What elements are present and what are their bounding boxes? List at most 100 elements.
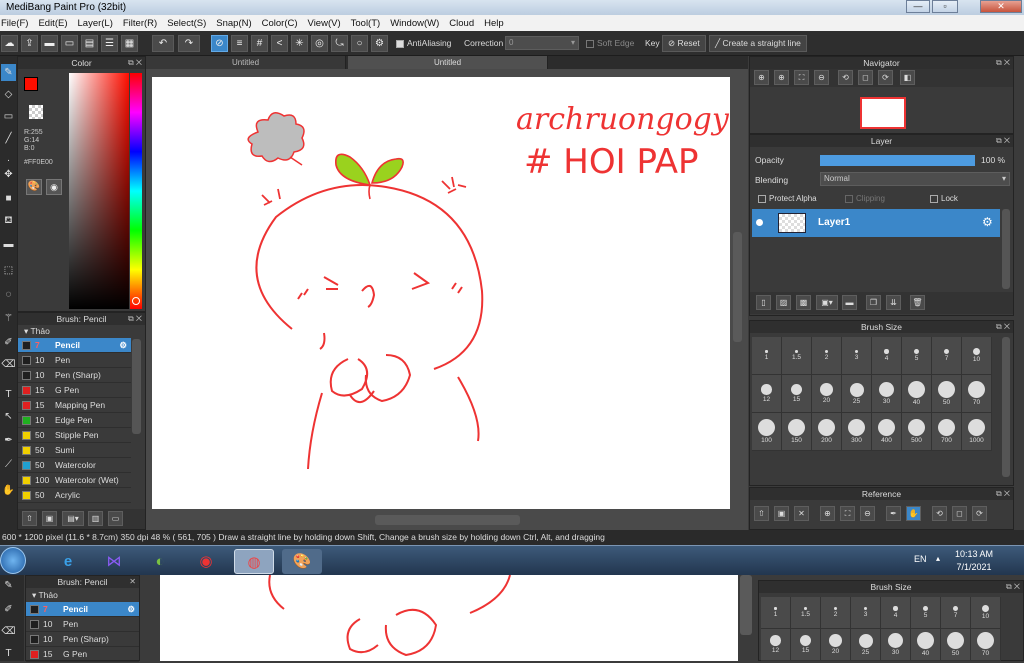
blending-select[interactable]: Normal ▾: [820, 172, 1010, 186]
brush-size-cell[interactable]: 100: [752, 413, 782, 451]
divide-tool-icon[interactable]: ⟋: [1, 456, 16, 473]
navigator-preview[interactable]: [860, 97, 906, 129]
zoom-in-2-icon[interactable]: ⊕: [774, 70, 789, 85]
radial-snap-icon[interactable]: ✳: [291, 35, 308, 52]
add-brush-icon[interactable]: ⇧: [22, 511, 37, 526]
brush-size-cell[interactable]: 700: [932, 413, 962, 451]
language-indicator[interactable]: EN: [914, 554, 927, 564]
share-icon[interactable]: ⇪: [21, 35, 38, 52]
ie-icon[interactable]: e: [48, 549, 88, 574]
brush-size-cell[interactable]: 12: [761, 629, 791, 661]
panel-close-icon[interactable]: ⧉ ✕: [996, 135, 1010, 147]
new-layer-icon[interactable]: ▯: [756, 295, 771, 310]
pen-tool-icon[interactable]: ╱: [1, 130, 16, 147]
tray-expand-icon[interactable]: ▴: [936, 554, 940, 563]
gradient-tool-icon[interactable]: ▬: [1, 236, 16, 253]
visibility-icon[interactable]: [756, 219, 763, 226]
hue-slider[interactable]: [130, 73, 142, 309]
magic-wand-icon[interactable]: ⚚: [1, 310, 16, 327]
brush-item[interactable]: 10 Pen (Sharp): [26, 632, 139, 647]
ref-rotate-icon[interactable]: ⟲: [932, 506, 947, 521]
menu-snap[interactable]: Snap(N): [211, 18, 256, 29]
flip-icon[interactable]: ◧: [900, 70, 915, 85]
delete-layer-icon[interactable]: 🗑: [910, 295, 925, 310]
shape-tool-icon[interactable]: ■: [1, 190, 16, 207]
brush-size-cell[interactable]: 10: [971, 597, 1001, 629]
menu-help[interactable]: Help: [479, 18, 509, 29]
brush-size-cell[interactable]: 1000: [962, 413, 992, 451]
zoom-in-icon[interactable]: ⊕: [754, 70, 769, 85]
hand-tool-icon[interactable]: ✋: [1, 482, 16, 499]
brush-size-cell[interactable]: 300: [842, 413, 872, 451]
brush-item[interactable]: 50 Stipple Pen: [18, 428, 131, 443]
parallel-snap-icon[interactable]: ≡: [231, 35, 248, 52]
brush-size-cell[interactable]: 200: [812, 413, 842, 451]
straight-line-button[interactable]: ╱ Create a straight line: [709, 35, 807, 52]
perspective-snap-icon[interactable]: <: [271, 35, 288, 52]
grid-icon[interactable]: ▦: [121, 35, 138, 52]
brush-size-cell[interactable]: 2: [812, 337, 842, 375]
brush-settings-icon[interactable]: ⚙: [119, 340, 127, 351]
brush-size-scrollbar[interactable]: [1002, 337, 1010, 477]
rotate-icon[interactable]: ⟲: [838, 70, 853, 85]
snap-off-icon[interactable]: ⊘: [211, 35, 228, 52]
brush-size-cell[interactable]: 25: [842, 375, 872, 413]
brush-item[interactable]: 50 Sumi: [18, 443, 131, 458]
brush-size-cell[interactable]: 15: [791, 629, 821, 661]
zoom-out-icon[interactable]: ⊖: [814, 70, 829, 85]
select-tool-icon[interactable]: ⬚: [1, 262, 16, 279]
close-button[interactable]: ✕: [980, 0, 1022, 13]
operation-tool-icon[interactable]: ↖: [1, 408, 16, 425]
second-canvas-scrollbar[interactable]: [740, 575, 752, 635]
panel-close-icon[interactable]: ⧉ ✕: [128, 313, 142, 325]
saturation-value-field[interactable]: [69, 73, 129, 309]
close-reference-icon[interactable]: ✕: [794, 506, 809, 521]
brush-size-cell[interactable]: 40: [902, 375, 932, 413]
tab-untitled-1[interactable]: Untitled: [146, 56, 346, 69]
clock[interactable]: 10:13 AM 7/1/2021: [950, 548, 998, 574]
menu-tool[interactable]: Tool(T): [346, 18, 386, 29]
menu-color[interactable]: Color(C): [257, 18, 303, 29]
ellipse-snap-icon[interactable]: ○: [351, 35, 368, 52]
medibang-taskbar-icon[interactable]: ◍: [234, 549, 274, 574]
open-reference-icon[interactable]: ⇧: [754, 506, 769, 521]
tab-untitled-2[interactable]: Untitled: [348, 56, 548, 69]
brush-size-cell[interactable]: 70: [971, 629, 1001, 661]
ref-eyedropper-icon[interactable]: ✒: [886, 506, 901, 521]
brush-size-cell[interactable]: 7: [941, 597, 971, 629]
correction-select[interactable]: 0 ▾: [505, 36, 579, 50]
reference-folder-icon[interactable]: ▣: [774, 506, 789, 521]
second-brush-group[interactable]: ▾ Thảo: [26, 588, 139, 602]
brush-size-cell[interactable]: 1: [761, 597, 791, 629]
canvas-horizontal-scrollbar[interactable]: [375, 515, 520, 525]
redo-icon[interactable]: ↷: [178, 35, 200, 52]
color-picker-icon[interactable]: ◉: [46, 179, 62, 195]
document-icon[interactable]: ▤: [81, 35, 98, 52]
brush-tool-icon[interactable]: ✎: [1, 64, 16, 81]
rotate-right-icon[interactable]: ⟳: [878, 70, 893, 85]
brush-size-cell[interactable]: 50: [941, 629, 971, 661]
main-color-swatch[interactable]: [24, 77, 38, 91]
brush-size-cell[interactable]: 1: [752, 337, 782, 375]
minimize-button[interactable]: —: [906, 0, 930, 13]
brush-size-cell[interactable]: 1.5: [782, 337, 812, 375]
brush-size-cell[interactable]: 2: [821, 597, 851, 629]
antialiasing-checkbox[interactable]: AntiAliasing: [396, 38, 451, 48]
brush-size-cell[interactable]: 25: [851, 629, 881, 661]
select-eraser-icon[interactable]: ⌫: [1, 623, 16, 640]
folder-icon[interactable]: ▣: [42, 511, 57, 526]
settings-snap-icon[interactable]: ⚙: [371, 35, 388, 52]
brush-size-cell[interactable]: 10: [962, 337, 992, 375]
brush-options-icon[interactable]: ▤▾: [62, 511, 84, 526]
protect-alpha-checkbox[interactable]: Protect Alpha: [758, 194, 817, 203]
brush-size-cell[interactable]: 15: [782, 375, 812, 413]
panel-close-icon[interactable]: ⧉ ✕: [996, 321, 1010, 333]
brush-size-cell[interactable]: 3: [842, 337, 872, 375]
second-canvas[interactable]: [160, 574, 738, 661]
undo-icon[interactable]: ↶: [152, 35, 174, 52]
brush-size-cell[interactable]: 20: [812, 375, 842, 413]
text-tool-icon[interactable]: T: [1, 645, 16, 662]
hue-handle[interactable]: [132, 297, 140, 305]
chrome-icon[interactable]: ◉: [186, 549, 226, 574]
brush-item[interactable]: 10 Pen (Sharp): [18, 368, 131, 383]
